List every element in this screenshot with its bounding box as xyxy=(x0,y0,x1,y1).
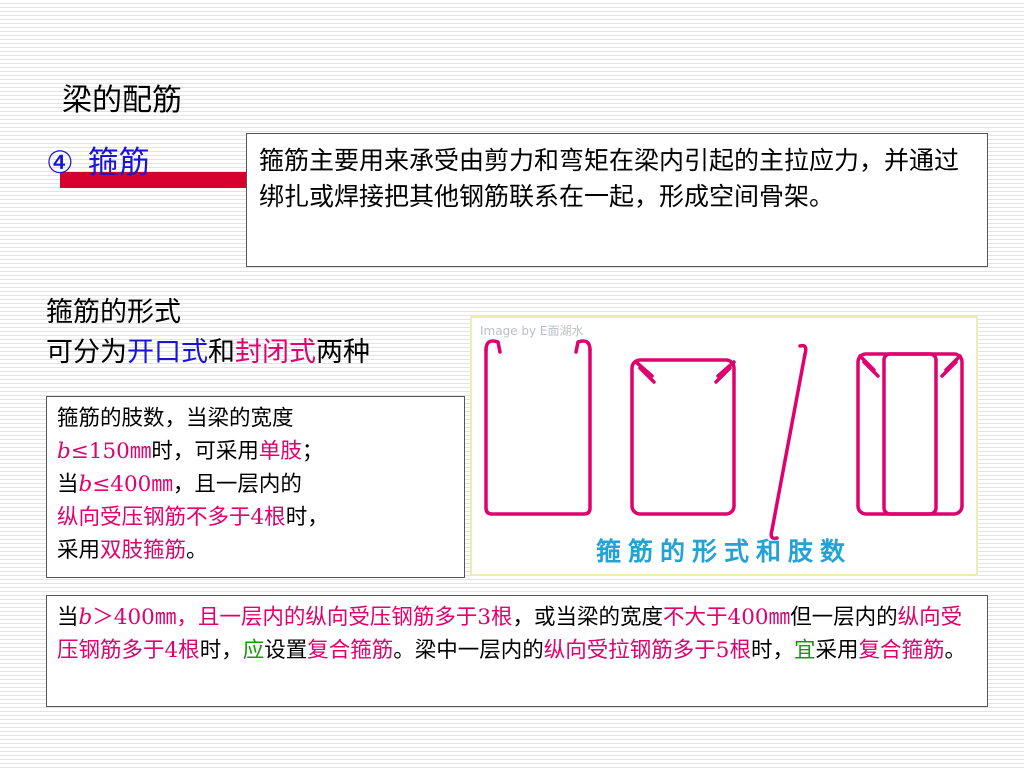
comp-s9: 采用 xyxy=(815,638,859,663)
legs-mid: 时，可采用 xyxy=(151,439,259,464)
legs-line-4: 纵向受压钢筋不多于4根时， xyxy=(57,501,464,534)
forms-types-line: 可分为开口式和封闭式两种 xyxy=(46,333,370,373)
legs-layer-text: ，且一层内的 xyxy=(172,472,302,497)
forms-conjunction: 和 xyxy=(208,337,235,368)
stirrup-forms-figure: Image by E面湖水 箍筋的形式和肢数 xyxy=(470,316,978,576)
forms-heading: 箍筋的形式 xyxy=(46,297,181,328)
legs-cond-150: ≤150㎜ xyxy=(70,439,152,464)
definition-box: 箍筋主要用来承受由剪力和弯矩在梁内引起的主拉应力，并通过绑扎或焊接把其他钢筋联系… xyxy=(246,133,988,267)
composite-hook-2 xyxy=(858,354,876,372)
slide-title: 梁的配筋 xyxy=(62,83,182,118)
legs-line-1: 箍筋的肢数，当梁的宽度 xyxy=(57,406,294,431)
legs-period: 。 xyxy=(186,538,208,563)
forms-prefix: 可分为 xyxy=(46,337,127,368)
legs-semicolon: ； xyxy=(301,439,324,464)
legs-line-2: b≤150㎜时，可采用单肢； xyxy=(57,435,464,468)
stirrup-forms-text: 箍筋的形式 可分为开口式和封闭式两种 xyxy=(46,293,370,373)
stirrup-legs-box: 箍筋的肢数，当梁的宽度 b≤150㎜时，可采用单肢； 当b≤400㎜，且一层内的… xyxy=(46,396,465,578)
composite-stirrup-box: 当b＞400㎜，且一层内的纵向受压钢筋多于3根，或当梁的宽度不大于400㎜但一层… xyxy=(46,595,988,707)
comp-r2: 不大于400㎜ xyxy=(663,605,791,630)
open-type-label: 开口式 xyxy=(127,337,208,368)
comp-s5: 时， xyxy=(199,638,243,663)
composite-hook-4 xyxy=(944,354,962,372)
closed-type-label: 封闭式 xyxy=(235,337,316,368)
legs-when: 当 xyxy=(57,472,79,497)
legs-cond-400: ≤400㎜ xyxy=(92,472,173,497)
comp-r6: 复合箍筋 xyxy=(858,638,945,663)
comp-s10: 。 xyxy=(944,638,967,663)
closed-stirrup-shape xyxy=(630,358,736,516)
figure-caption: 箍筋的形式和肢数 xyxy=(595,537,852,566)
legs-var-b2: b xyxy=(78,472,93,497)
comp-s2: ＞400㎜，且一层内的 xyxy=(92,605,306,630)
comp-s8: 时， xyxy=(750,638,794,663)
forms-suffix: 两种 xyxy=(316,337,370,368)
double-leg-term: 双肢箍筋 xyxy=(100,538,187,563)
single-leg-hook-top xyxy=(798,343,808,356)
single-leg-term: 单肢 xyxy=(258,439,302,464)
comp-s4: 但一层内的 xyxy=(790,605,898,630)
comp-s1: 当 xyxy=(57,605,79,630)
comp-s7: 。梁中一层内的 xyxy=(393,638,544,663)
comp-var-b: b xyxy=(78,605,93,630)
comp-s3: ，或当梁的宽度 xyxy=(512,605,664,630)
legs-var-b: b xyxy=(57,439,71,464)
open-stirrup-shape xyxy=(484,348,592,516)
composite-stirrup-inner xyxy=(882,352,938,516)
section-label: 箍筋 xyxy=(87,145,150,181)
legs-when-end: 时， xyxy=(285,505,329,530)
single-leg-stirrup-shape xyxy=(770,352,807,532)
open-stirrup-hook-right xyxy=(574,339,592,354)
section-number: ④ xyxy=(46,145,74,181)
section-heading: ④ 箍筋 xyxy=(46,143,150,183)
composite-stirrup-outer xyxy=(856,352,964,516)
comp-s6: 设置 xyxy=(264,638,308,663)
legs-line-5: 采用双肢箍筋。 xyxy=(57,534,464,567)
comp-r4: 复合箍筋 xyxy=(307,638,394,663)
comp-preferably: 宜 xyxy=(793,638,816,663)
legs-compression-bars: 纵向受压钢筋不多于4根 xyxy=(57,505,286,530)
legs-use: 采用 xyxy=(57,538,101,563)
definition-text: 箍筋主要用来承受由剪力和弯矩在梁内引起的主拉应力，并通过绑扎或焊接把其他钢筋联系… xyxy=(259,146,960,211)
comp-r1: 纵向受压钢筋多于3根 xyxy=(305,605,513,630)
comp-should: 应 xyxy=(242,638,265,663)
comp-r5: 纵向受拉钢筋多于5根 xyxy=(543,638,751,663)
legs-line-3: 当b≤400㎜，且一层内的 xyxy=(57,468,464,501)
open-stirrup-hook-left xyxy=(484,339,502,354)
